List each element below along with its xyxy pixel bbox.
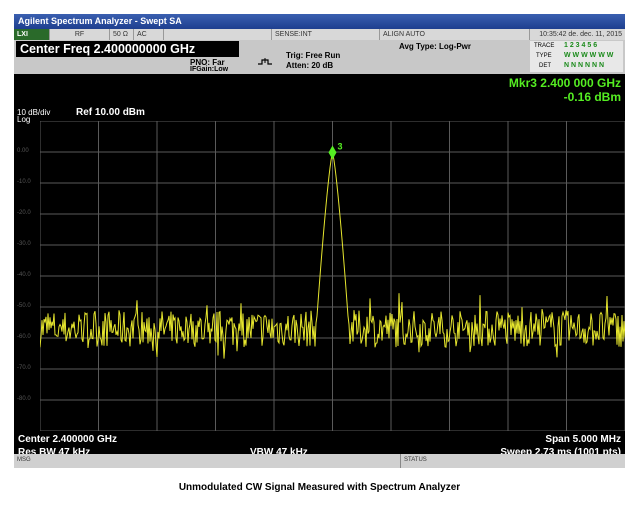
impedance-indicator: 50 Ω [110, 29, 134, 40]
marker-3[interactable]: 3 [328, 141, 343, 160]
window-titlebar: Agilent Spectrum Analyzer - Swept SA [14, 14, 625, 29]
footer-center: Center 2.400000 GHz [18, 434, 117, 445]
y-tick-label: -70.0 [17, 365, 31, 371]
type-label: TYPE [536, 53, 552, 59]
trace-values: 1 2 3 4 5 6 [564, 42, 598, 49]
y-tick-label: -30.0 [17, 241, 31, 247]
status-row: LXI RF 50 Ω AC SENSE:INT ALIGN AUTO 10:3… [14, 29, 625, 40]
y-tick-label: -60.0 [17, 334, 31, 340]
trigger-icon [257, 54, 273, 72]
lxi-badge: LXI [14, 29, 50, 40]
avg-type-label: Avg Type: Log-Pwr [399, 42, 471, 51]
y-tick-label: -50.0 [17, 303, 31, 309]
trace-info-panel: TRACE 1 2 3 4 5 6 TYPE W W W W W W DET N… [530, 41, 623, 72]
y-tick-label: -80.0 [17, 396, 31, 402]
marker-freq: Mkr3 2.400 000 GHz [508, 76, 621, 90]
footer-span: Span 5.000 MHz [545, 434, 621, 445]
spectrum-plot: 3 [40, 121, 625, 431]
atten-label: Atten: 20 dB [286, 61, 334, 70]
center-freq-field[interactable]: Center Freq 2.400000000 GHz [16, 41, 239, 57]
marker-amp: -0.16 dBm [563, 90, 621, 104]
rf-indicator: RF [50, 29, 110, 40]
y-tick-label: 0.00 [17, 148, 29, 154]
align-indicator: ALIGN AUTO [380, 29, 530, 40]
det-label: DET [539, 63, 551, 69]
sense-indicator: SENSE:INT [272, 29, 380, 40]
trace-label: TRACE [534, 43, 555, 49]
analyzer-window: Agilent Spectrum Analyzer - Swept SA LXI… [14, 14, 625, 468]
det-values: N N N N N N [564, 62, 605, 69]
trig-label: Trig: Free Run [286, 51, 341, 60]
type-values: W W W W W W [564, 52, 614, 59]
spectrum-display: Mkr3 2.400 000 GHz -0.16 dBm 10 dB/div L… [14, 74, 625, 458]
coupling-indicator: AC [134, 29, 164, 40]
grid [40, 121, 625, 431]
ifgain-label: IFGain:Low [190, 66, 229, 73]
y-tick-label: -40.0 [17, 272, 31, 278]
y-tick-label: -10.0 [17, 179, 31, 185]
marker-number: 3 [338, 141, 343, 151]
ref-level: Ref 10.00 dBm [76, 107, 145, 118]
y-tick-label: -20.0 [17, 210, 31, 216]
figure-caption: Unmodulated CW Signal Measured with Spec… [178, 482, 461, 493]
window-title: Agilent Spectrum Analyzer - Swept SA [18, 16, 182, 26]
marker-diamond [328, 145, 337, 160]
datetime: 10:35:42 de. dec. 11, 2015 [539, 31, 622, 38]
settings-bar: Center Freq 2.400000000 GHz PNO: Far IFG… [14, 40, 625, 74]
status-label: STATUS [404, 457, 427, 463]
msg-label: MSG [17, 457, 31, 463]
message-bar: MSG STATUS [14, 454, 625, 468]
marker-readout: Mkr3 2.400 000 GHz -0.16 dBm [509, 76, 621, 104]
